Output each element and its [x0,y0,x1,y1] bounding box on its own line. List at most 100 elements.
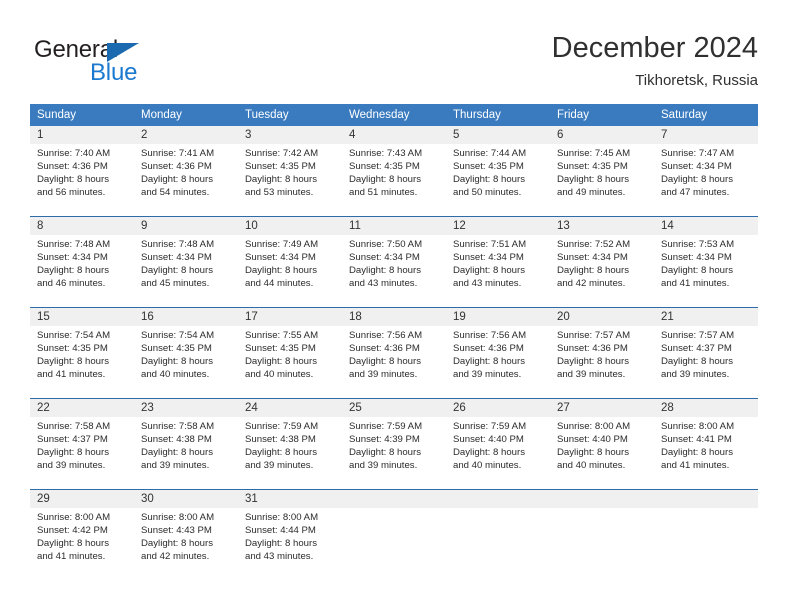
calendar-header-row: Sunday Monday Tuesday Wednesday Thursday Frid… [30,104,758,126]
calendar-day-cell[interactable]: 15 Sunrise: 7:54 AM Sunset: 4:35 PM Dayligh… [30,307,134,399]
calendar-day-cell[interactable]: 17 Sunrise: 7:55 AM Sunset: 4:35 PM Dayligh… [238,307,342,399]
day-cell-inner: 29 Sunrise: 8:00 AM Sunset: 4:42 PM Dayligh… [30,490,134,580]
calendar-week-row: 15 Sunrise: 7:54 AM Sunset: 4:35 PM Dayligh… [30,307,758,399]
daylight-text-line2: and 41 minutes. [661,278,730,289]
day-details: Sunrise: 7:58 AM Sunset: 4:37 PM Daylight:… [30,417,134,472]
day-cell-inner: 25 Sunrise: 7:59 AM Sunset: 4:39 PM Dayligh… [342,399,446,489]
day-number [654,490,758,508]
day-cell-inner: 12 Sunrise: 7:51 AM Sunset: 4:34 PM Dayligh… [446,217,550,307]
daylight-text-line2: and 41 minutes. [37,369,106,380]
calendar-day-cell[interactable]: 2 Sunrise: 7:41 AM Sunset: 4:36 PM Daylight… [134,126,238,217]
calendar-day-cell[interactable]: 31 Sunrise: 8:00 AM Sunset: 4:44 PM Dayligh… [238,489,342,580]
sunrise-text: Sunrise: 8:00 AM [37,512,111,523]
sunset-text: Sunset: 4:36 PM [141,161,212,172]
day-details: Sunrise: 7:44 AM Sunset: 4:35 PM Daylight:… [446,144,550,199]
day-details: Sunrise: 7:55 AM Sunset: 4:35 PM Daylight:… [238,326,342,381]
day-number: 28 [654,399,758,417]
sunset-text: Sunset: 4:42 PM [37,525,108,536]
day-cell-inner: 21 Sunrise: 7:57 AM Sunset: 4:37 PM Dayligh… [654,308,758,398]
daylight-text-line1: Daylight: 8 hours [453,265,525,276]
daylight-text-line1: Daylight: 8 hours [245,538,317,549]
calendar-day-cell[interactable]: 14 Sunrise: 7:53 AM Sunset: 4:34 PM Dayligh… [654,216,758,308]
calendar-week-row: 29 Sunrise: 8:00 AM Sunset: 4:42 PM Dayligh… [30,489,758,580]
calendar-day-cell[interactable]: 4 Sunrise: 7:43 AM Sunset: 4:35 PM Daylight… [342,126,446,217]
calendar-day-cell[interactable]: 9 Sunrise: 7:48 AM Sunset: 4:34 PM Daylight… [134,216,238,308]
daylight-text-line2: and 43 minutes. [349,278,418,289]
calendar-day-cell[interactable]: 24 Sunrise: 7:59 AM Sunset: 4:38 PM Dayligh… [238,398,342,490]
day-number: 23 [134,399,238,417]
calendar-day-cell[interactable]: 21 Sunrise: 7:57 AM Sunset: 4:37 PM Dayligh… [654,307,758,399]
calendar-body: 1 Sunrise: 7:40 AM Sunset: 4:36 PM Daylight… [30,126,758,580]
sunset-text: Sunset: 4:34 PM [453,252,524,263]
calendar-day-cell[interactable]: 23 Sunrise: 7:58 AM Sunset: 4:38 PM Dayligh… [134,398,238,490]
calendar-day-cell[interactable]: 26 Sunrise: 7:59 AM Sunset: 4:40 PM Dayligh… [446,398,550,490]
calendar-day-cell[interactable]: 6 Sunrise: 7:45 AM Sunset: 4:35 PM Daylight… [550,126,654,217]
calendar-day-cell[interactable]: 16 Sunrise: 7:54 AM Sunset: 4:35 PM Dayligh… [134,307,238,399]
calendar-day-cell[interactable]: 8 Sunrise: 7:48 AM Sunset: 4:34 PM Daylight… [30,216,134,308]
day-details: Sunrise: 8:00 AM Sunset: 4:41 PM Daylight:… [654,417,758,472]
calendar-day-cell[interactable]: 20 Sunrise: 7:57 AM Sunset: 4:36 PM Dayligh… [550,307,654,399]
day-cell-inner [550,490,654,580]
sunrise-text: Sunrise: 7:54 AM [37,330,111,341]
calendar-day-cell[interactable]: 5 Sunrise: 7:44 AM Sunset: 4:35 PM Daylight… [446,126,550,217]
day-details: Sunrise: 7:41 AM Sunset: 4:36 PM Daylight:… [134,144,238,199]
sunset-text: Sunset: 4:34 PM [37,252,108,263]
sunrise-text: Sunrise: 7:42 AM [245,148,319,159]
calendar-day-cell[interactable]: 12 Sunrise: 7:51 AM Sunset: 4:34 PM Dayligh… [446,216,550,308]
daylight-text-line1: Daylight: 8 hours [141,265,213,276]
day-cell-inner: 7 Sunrise: 7:47 AM Sunset: 4:34 PM Daylight… [654,126,758,216]
daylight-text-line1: Daylight: 8 hours [245,447,317,458]
weekday-header-tuesday: Tuesday [238,104,342,126]
calendar-week-row: 8 Sunrise: 7:48 AM Sunset: 4:34 PM Daylight… [30,216,758,308]
sunrise-text: Sunrise: 8:00 AM [661,421,735,432]
day-cell-inner: 26 Sunrise: 7:59 AM Sunset: 4:40 PM Dayligh… [446,399,550,489]
calendar-day-cell[interactable]: 1 Sunrise: 7:40 AM Sunset: 4:36 PM Daylight… [30,126,134,217]
calendar-day-cell[interactable]: 7 Sunrise: 7:47 AM Sunset: 4:34 PM Daylight… [654,126,758,217]
day-cell-inner: 14 Sunrise: 7:53 AM Sunset: 4:34 PM Dayligh… [654,217,758,307]
calendar-day-cell[interactable]: 22 Sunrise: 7:58 AM Sunset: 4:37 PM Dayligh… [30,398,134,490]
day-number: 14 [654,217,758,235]
calendar-day-cell[interactable]: 29 Sunrise: 8:00 AM Sunset: 4:42 PM Dayligh… [30,489,134,580]
day-number: 31 [238,490,342,508]
calendar-day-cell[interactable]: 25 Sunrise: 7:59 AM Sunset: 4:39 PM Dayligh… [342,398,446,490]
sunrise-text: Sunrise: 7:51 AM [453,239,527,250]
daylight-text-line1: Daylight: 8 hours [661,356,733,367]
sunset-text: Sunset: 4:35 PM [245,343,316,354]
calendar-day-cell[interactable]: 11 Sunrise: 7:50 AM Sunset: 4:34 PM Dayligh… [342,216,446,308]
daylight-text-line1: Daylight: 8 hours [37,356,109,367]
calendar-day-cell[interactable]: 10 Sunrise: 7:49 AM Sunset: 4:34 PM Dayligh… [238,216,342,308]
sunset-text: Sunset: 4:36 PM [37,161,108,172]
sunset-text: Sunset: 4:36 PM [557,343,628,354]
calendar-day-cell[interactable]: 3 Sunrise: 7:42 AM Sunset: 4:35 PM Daylight… [238,126,342,217]
day-details: Sunrise: 7:58 AM Sunset: 4:38 PM Daylight:… [134,417,238,472]
day-number: 26 [446,399,550,417]
calendar-day-cell[interactable]: 27 Sunrise: 8:00 AM Sunset: 4:40 PM Dayligh… [550,398,654,490]
calendar-day-cell[interactable]: 13 Sunrise: 7:52 AM Sunset: 4:34 PM Dayligh… [550,216,654,308]
calendar-day-cell[interactable]: 28 Sunrise: 8:00 AM Sunset: 4:41 PM Dayligh… [654,398,758,490]
sunset-text: Sunset: 4:40 PM [453,434,524,445]
sunrise-text: Sunrise: 8:00 AM [557,421,631,432]
daylight-text-line2: and 50 minutes. [453,187,522,198]
day-cell-inner: 30 Sunrise: 8:00 AM Sunset: 4:43 PM Dayligh… [134,490,238,580]
daylight-text-line1: Daylight: 8 hours [661,447,733,458]
day-number: 1 [30,126,134,144]
calendar-day-cell[interactable]: 19 Sunrise: 7:56 AM Sunset: 4:36 PM Dayligh… [446,307,550,399]
day-details: Sunrise: 7:47 AM Sunset: 4:34 PM Daylight:… [654,144,758,199]
day-cell-inner: 19 Sunrise: 7:56 AM Sunset: 4:36 PM Dayligh… [446,308,550,398]
weekday-header-wednesday: Wednesday [342,104,446,126]
daylight-text-line2: and 41 minutes. [661,460,730,471]
daylight-text-line2: and 39 minutes. [661,369,730,380]
day-cell-inner: 31 Sunrise: 8:00 AM Sunset: 4:44 PM Dayligh… [238,490,342,580]
calendar-cell-empty [446,489,550,580]
sunset-text: Sunset: 4:35 PM [557,161,628,172]
daylight-text-line1: Daylight: 8 hours [37,447,109,458]
calendar-day-cell[interactable]: 18 Sunrise: 7:56 AM Sunset: 4:36 PM Dayligh… [342,307,446,399]
calendar-day-cell[interactable]: 30 Sunrise: 8:00 AM Sunset: 4:43 PM Dayligh… [134,489,238,580]
day-details: Sunrise: 7:48 AM Sunset: 4:34 PM Daylight:… [134,235,238,290]
day-number: 15 [30,308,134,326]
day-cell-inner: 17 Sunrise: 7:55 AM Sunset: 4:35 PM Dayligh… [238,308,342,398]
day-details: Sunrise: 8:00 AM Sunset: 4:43 PM Daylight:… [134,508,238,563]
day-number: 8 [30,217,134,235]
day-number: 25 [342,399,446,417]
daylight-text-line1: Daylight: 8 hours [453,447,525,458]
